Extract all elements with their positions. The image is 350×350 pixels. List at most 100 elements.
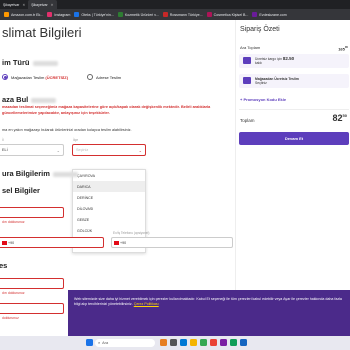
district-label: İlçe: [73, 138, 78, 142]
chevron-down-icon: ⌄: [56, 148, 60, 153]
subtotal-value: 16500: [338, 45, 348, 51]
district-option[interactable]: DİLOVASI: [73, 203, 145, 214]
bookmark-item[interactable]: Rossmann Türkiye...: [162, 12, 203, 17]
phone-prefix: +90: [2, 241, 14, 245]
bookmark-favicon-icon: [74, 12, 80, 17]
bookmark-label: Kozmetik Ürünleri v...: [124, 12, 159, 17]
app-icon[interactable]: [220, 339, 227, 346]
turkey-flag-icon: [2, 241, 7, 245]
store-icon: [243, 77, 251, 84]
pickup-sub: Seçtiniz: [255, 81, 267, 85]
first-name-field[interactable]: [0, 207, 64, 218]
radio-selected-icon: [2, 74, 8, 80]
close-icon[interactable]: ✕: [22, 3, 25, 7]
tab-label: Şikayetvar: [3, 2, 20, 7]
free-shipping-amount: 82.50: [282, 56, 295, 61]
store-find-heading-text: aza Bul: [2, 95, 29, 104]
store-find-heading: aza Bul: [2, 95, 57, 104]
summary-title: Sipariş Özeti: [240, 26, 280, 33]
close-icon[interactable]: ✕: [51, 3, 54, 7]
mobile-phone-field[interactable]: [0, 237, 104, 248]
bookmark-label: Evdeskzane.com: [259, 12, 287, 17]
city-label: İl: [2, 138, 4, 142]
hint-text: ma en yakın mağazayı bularak ürünleriniz…: [2, 128, 132, 132]
cookie-policy-link[interactable]: Çerez Politikası: [134, 302, 159, 306]
district-option[interactable]: ÇAYIROVA: [73, 170, 145, 181]
continue-button[interactable]: Devam Et: [239, 132, 349, 145]
district-option[interactable]: GEBZE: [73, 214, 145, 225]
bookmark-item[interactable]: Oteks | Türkiye'nin...: [74, 12, 114, 17]
app-icon[interactable]: [240, 339, 247, 346]
turkey-flag-icon: [114, 241, 119, 245]
warning-text: mazadan teslimat seçeneğimiz mağaza kapa…: [2, 105, 211, 115]
phone-label: Ev/İş Telefonu (opsiyonel): [113, 231, 150, 235]
billing-heading: ura Bilgilerim: [2, 169, 78, 178]
bookmark-item[interactable]: Amazon.com.tr Ek...: [4, 12, 43, 17]
bookmark-label: Oteks | Türkiye'nin...: [81, 12, 114, 17]
blurred-text: [32, 60, 58, 66]
windows-start-icon[interactable]: [86, 339, 93, 346]
address-heading: es: [0, 261, 8, 270]
store-pickup-radio[interactable]: Mağazadan Teslim (ÜCRETSİZ): [2, 74, 68, 80]
chrome-icon[interactable]: [200, 339, 207, 346]
cookie-text: Web sitemizde size daha iyi hizmet vereb…: [74, 297, 342, 306]
bookmark-favicon-icon: [4, 12, 9, 17]
home-phone-field[interactable]: [111, 237, 233, 248]
address-detail-field[interactable]: [0, 303, 64, 314]
home-phone-prefix-text: +90: [120, 241, 127, 245]
personal-info-heading: sel Bilgiler: [2, 186, 40, 195]
address-field[interactable]: [0, 278, 64, 289]
bookmark-label: Amazon.com.tr Ek...: [11, 12, 44, 17]
browser-tab-bar: Şikayetvar ✕ Şikayetvar ✕: [0, 0, 350, 9]
bookmark-item[interactable]: Kozmetik Ürünleri v...: [117, 12, 159, 17]
browser-tab-active[interactable]: Şikayetvar ✕: [28, 0, 57, 9]
free-shipping-text: Ücretsiz kargo için 82.50 kaldı: [255, 56, 295, 65]
promo-code-link[interactable]: + Promosyon Kodu Ekle: [240, 97, 286, 102]
pickup-box: Mağazadan Ücretsiz Teslim Seçtiniz: [239, 74, 349, 88]
task-view-icon[interactable]: [170, 339, 177, 346]
bookmark-favicon-icon: [206, 12, 212, 17]
blurred-text: [52, 171, 78, 177]
store-pickup-free-label: (ÜCRETSİZ): [45, 74, 69, 80]
bookmarks-bar: Amazon.com.tr Ek... Instagram Oteks | Türk…: [0, 9, 350, 20]
first-name-error: dırı doldurunuz: [2, 220, 25, 224]
city-select[interactable]: ELİ ⌄: [0, 144, 64, 156]
bookmark-favicon-icon: [117, 12, 123, 17]
district-option[interactable]: DERİNCE: [73, 192, 145, 203]
truck-icon: [243, 57, 251, 64]
total-value-main: 82: [332, 113, 343, 123]
subtotal-value-main: 165: [338, 46, 345, 52]
billing-heading-text: ura Bilgilerim: [2, 169, 50, 178]
bookmark-label: Rossmann Türkiye...: [169, 12, 203, 17]
free-shipping-suffix: kaldı: [255, 61, 262, 65]
app-icon[interactable]: [160, 339, 167, 346]
page-title: slimat Bilgileri: [2, 25, 82, 40]
home-phone-prefix: +90: [114, 241, 126, 245]
subtotal-row: Ara Toplam 16500: [240, 45, 348, 51]
browser-tab[interactable]: Şikayetvar ✕: [0, 0, 28, 9]
total-value-decimal: 50: [342, 113, 347, 118]
bookmark-label: Cosmetica Kişisel B...: [213, 12, 249, 17]
bookmark-item[interactable]: Cosmetica Kişisel B...: [206, 12, 249, 17]
phone-prefix-text: +90: [8, 241, 15, 245]
bookmark-item[interactable]: Evdeskzane.com: [252, 12, 287, 17]
district-select-placeholder: Seçiniz: [76, 148, 89, 152]
taskbar-search[interactable]: ⌕ Ara: [95, 339, 155, 347]
address-error: dırı doldurunuz: [2, 291, 25, 295]
free-shipping-box: Ücretsiz kargo için 82.50 kaldı: [239, 54, 349, 68]
city-select-value: ELİ: [2, 148, 8, 152]
whatsapp-icon[interactable]: [230, 339, 237, 346]
subtotal-label: Ara Toplam: [240, 45, 261, 50]
district-select[interactable]: Seçiniz ⌄: [72, 144, 146, 156]
bookmark-favicon-icon: [47, 12, 53, 17]
file-explorer-icon[interactable]: [190, 339, 197, 346]
edge-icon[interactable]: [180, 339, 187, 346]
store-app-icon[interactable]: [210, 339, 217, 346]
address-delivery-radio[interactable]: Adrese Teslim: [87, 74, 121, 80]
blurred-text: [31, 97, 57, 103]
total-label: Toplam: [240, 118, 255, 123]
tab-label: Şikayetvar: [31, 2, 48, 7]
bookmark-item[interactable]: Instagram: [47, 12, 70, 17]
bookmark-favicon-icon: [252, 12, 258, 17]
district-option[interactable]: DARICA: [73, 181, 145, 192]
